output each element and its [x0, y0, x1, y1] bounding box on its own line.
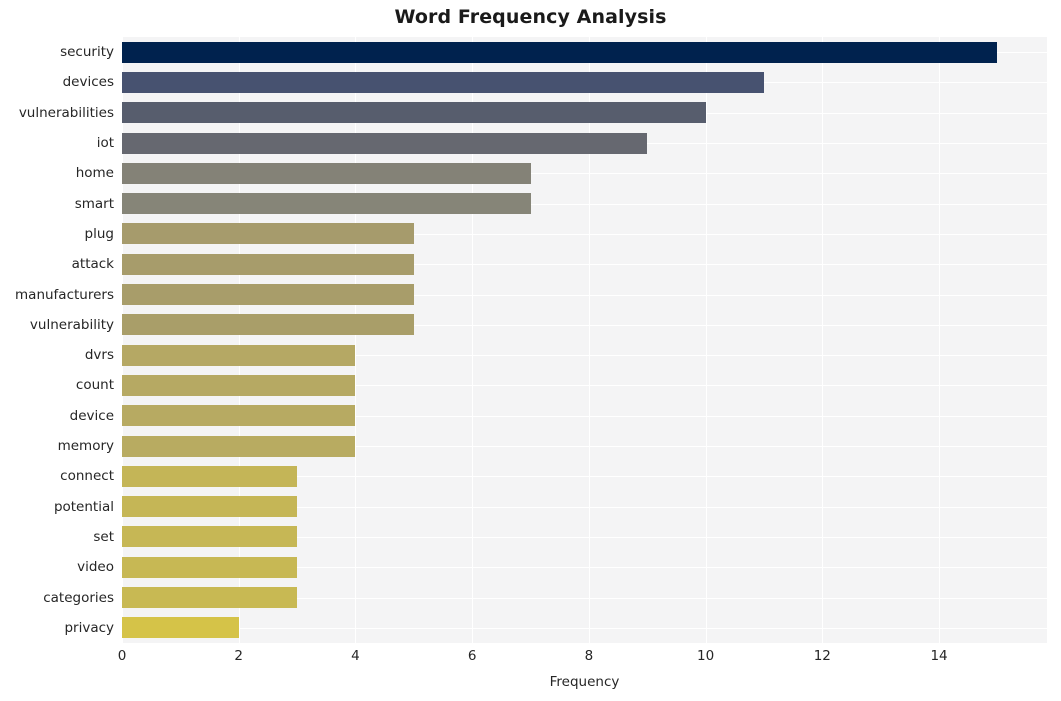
y-axis-tick-label: attack [71, 256, 114, 273]
y-axis-category-labels: security devices vulnerabilities iot home sma… [0, 37, 114, 643]
bar [122, 314, 414, 336]
bar [122, 253, 414, 275]
bar [122, 193, 531, 215]
x-axis-tick-label: 0 [117, 648, 127, 664]
word-frequency-chart-figure: Word Frequency Analysis security devices v… [0, 0, 1061, 701]
x-gridline [588, 37, 590, 643]
y-axis-tick-label: security [60, 44, 114, 61]
bar [122, 526, 298, 548]
bar [122, 405, 356, 427]
y-axis-tick-label: memory [57, 438, 114, 455]
x-gridline [822, 37, 824, 643]
chart-title: Word Frequency Analysis [394, 6, 667, 28]
bar [122, 223, 414, 245]
y-axis-tick-label: set [93, 528, 114, 545]
bar [122, 41, 998, 63]
bar [122, 162, 531, 184]
y-axis-tick-label: privacy [64, 619, 114, 636]
bar [122, 71, 764, 93]
x-gridline [939, 37, 941, 643]
bar [122, 284, 414, 306]
bar [122, 617, 239, 639]
bar [122, 587, 298, 609]
x-gridline [472, 37, 474, 643]
y-axis-tick-label: vulnerability [29, 316, 114, 333]
y-axis-tick-label: smart [74, 195, 114, 212]
y-axis-tick-label: plug [84, 225, 114, 242]
y-axis-tick-label: devices [62, 74, 114, 91]
y-axis-tick-label: video [77, 559, 114, 576]
x-gridline [238, 37, 240, 643]
y-axis-tick-label: potential [53, 498, 114, 515]
bar [122, 132, 648, 154]
x-axis-title: Frequency [549, 674, 620, 690]
x-axis-tick-label: 6 [467, 648, 477, 664]
x-gridline [122, 37, 123, 643]
x-axis-tick-labels: 0 2 4 6 8 10 12 14 [0, 648, 1061, 668]
x-axis-tick-label: 12 [813, 648, 831, 664]
x-axis-tick-label: 2 [234, 648, 244, 664]
y-axis-tick-label: home [75, 165, 114, 182]
x-axis-tick-label: 4 [351, 648, 360, 664]
x-axis-tick-label: 10 [697, 648, 715, 664]
bar [122, 102, 706, 124]
bar [122, 435, 356, 457]
y-gridline [122, 628, 1047, 629]
y-axis-tick-label: manufacturers [15, 286, 114, 303]
x-axis-tick-label: 8 [584, 648, 594, 664]
bar [122, 344, 356, 366]
y-axis-tick-label: dvrs [84, 347, 114, 364]
y-axis-tick-label: iot [96, 135, 114, 152]
x-gridline [355, 37, 357, 643]
bar [122, 496, 298, 518]
x-axis-tick-label: 14 [930, 648, 948, 664]
plot-area [122, 37, 1047, 643]
bar [122, 374, 356, 396]
y-axis-tick-label: categories [43, 589, 114, 606]
y-axis-tick-label: vulnerabilities [18, 104, 114, 121]
y-axis-tick-label: count [75, 377, 114, 394]
y-axis-tick-label: device [69, 407, 114, 424]
y-axis-tick-label: connect [60, 468, 114, 485]
x-gridline [705, 37, 707, 643]
bar [122, 465, 298, 487]
bar [122, 556, 298, 578]
